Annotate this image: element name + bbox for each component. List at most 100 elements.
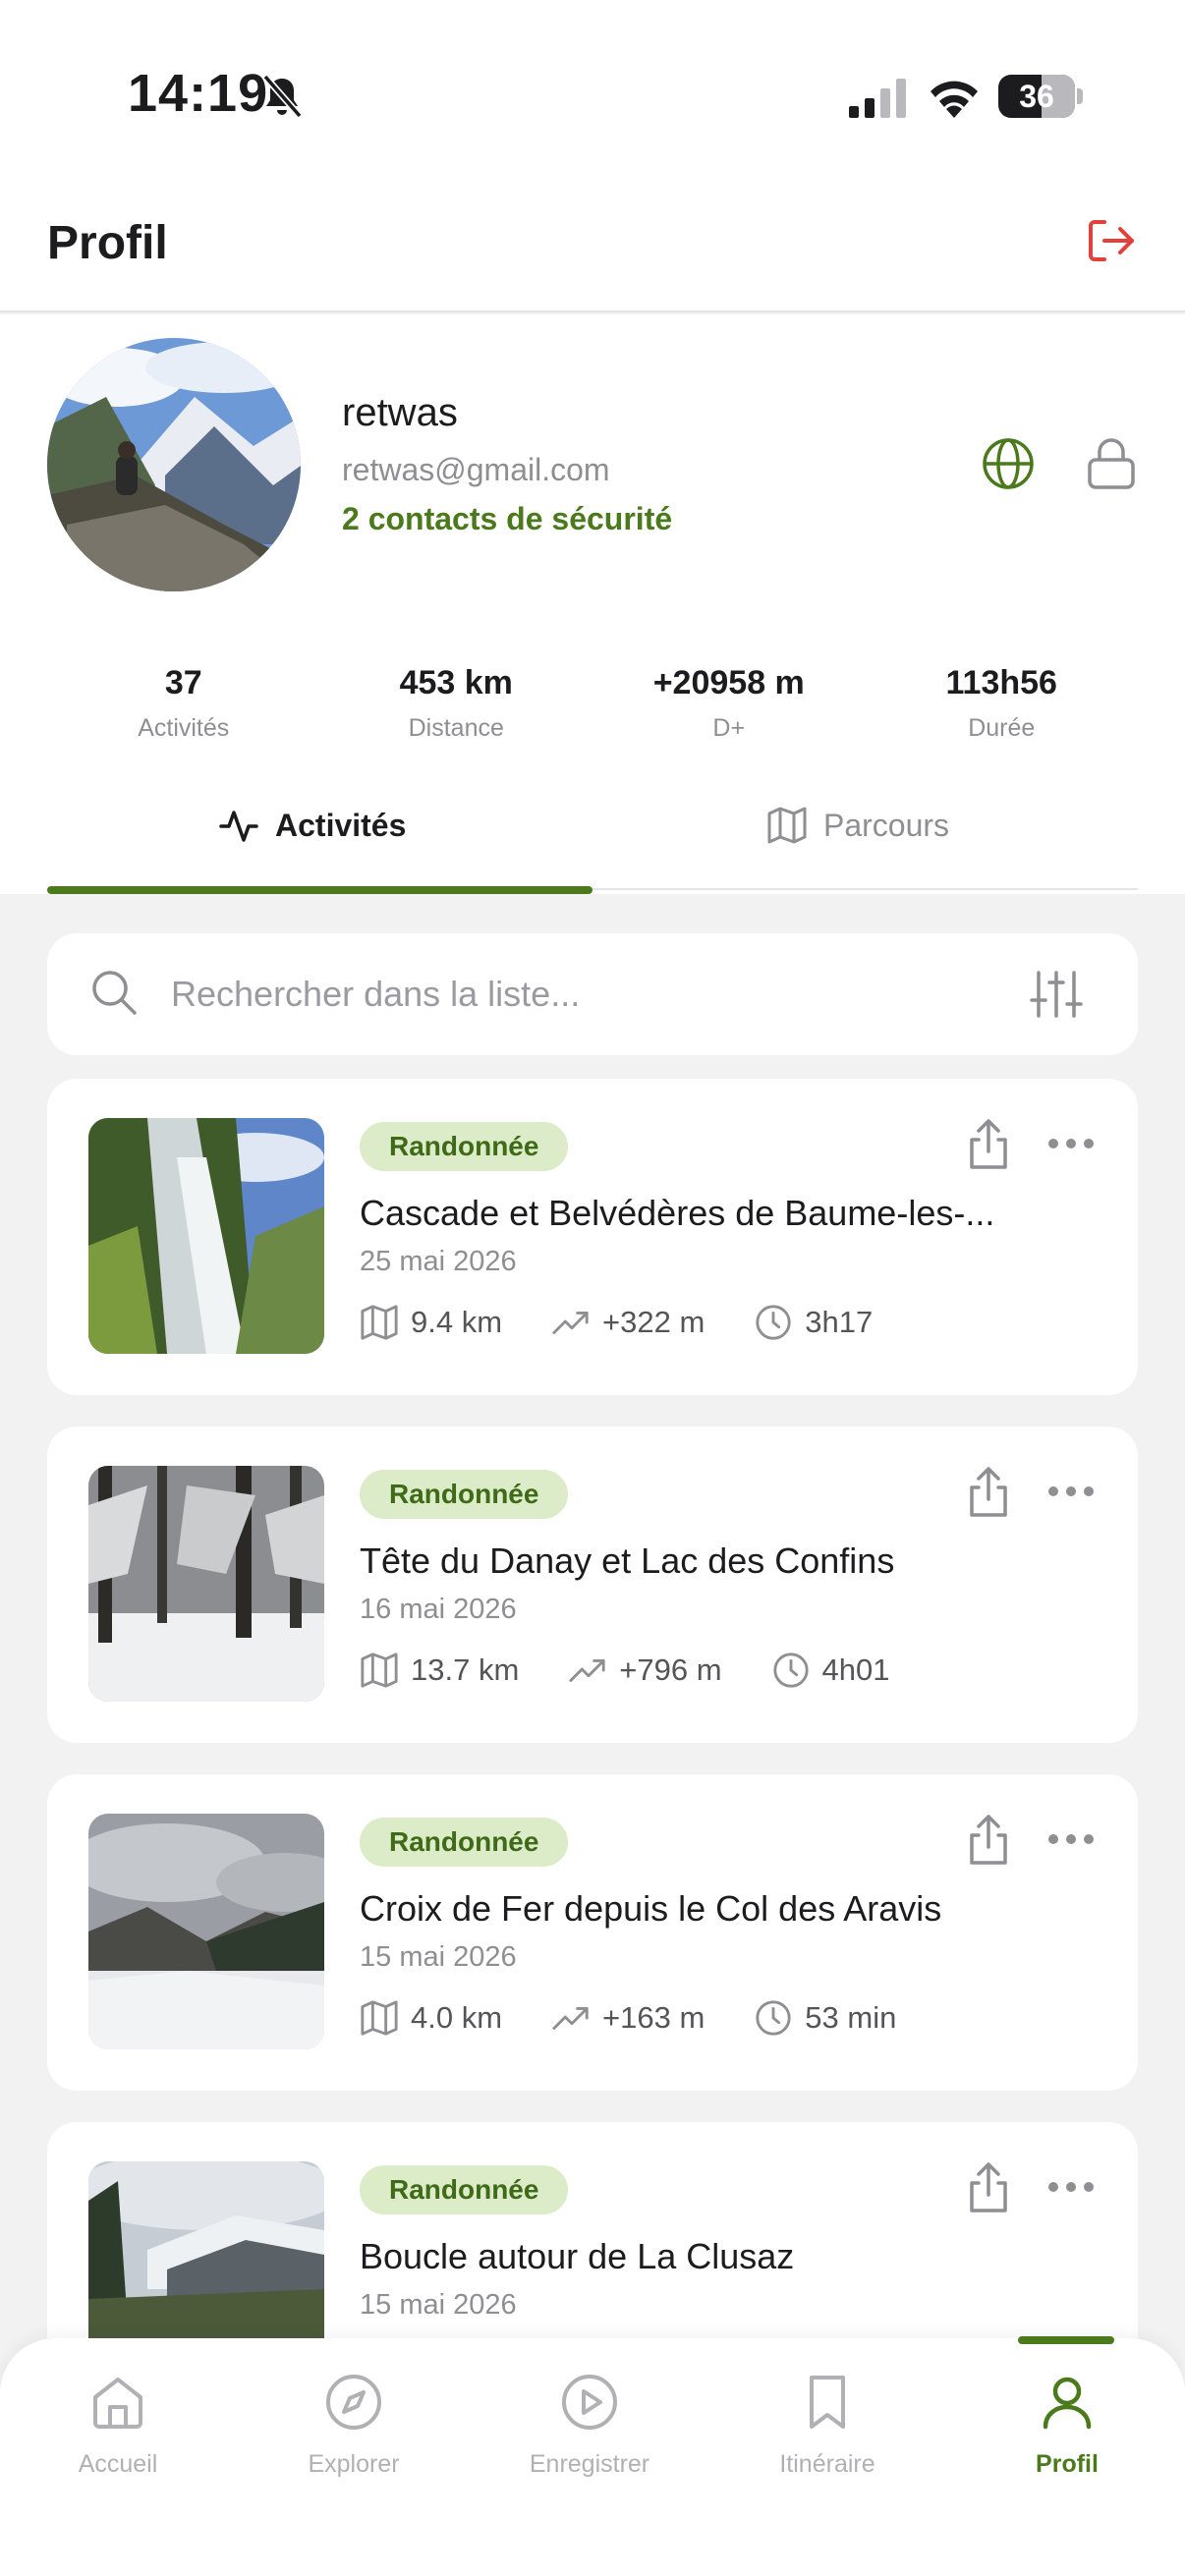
activity-type-badge: Randonnée xyxy=(360,1818,569,1867)
metric-value: 4.0 km xyxy=(411,2000,503,2035)
activity-type-badge: Randonnée xyxy=(360,1470,569,1519)
tab-routes[interactable]: Parcours xyxy=(766,796,949,855)
status-time: 14:19 xyxy=(128,64,269,123)
more-icon[interactable] xyxy=(1047,1134,1095,1153)
stat-value: 37 xyxy=(164,664,202,701)
status-bar: 14:19 36 xyxy=(0,0,1185,187)
security-contacts-link[interactable]: 2 contacts de sécurité xyxy=(342,501,672,537)
activity-title: Croix de Fer depuis le Col des Aravis xyxy=(360,1888,942,1929)
activity-list: Randonnée Cascade et Belvédères de Baume… xyxy=(0,894,1185,2338)
metric-elevation: +322 m xyxy=(551,1303,705,1342)
stat-duration: 113h56 Durée xyxy=(866,664,1139,762)
search-input[interactable] xyxy=(171,933,1016,1055)
signal-icon xyxy=(849,79,906,118)
activity-card[interactable]: Randonnée Tête du Danay et Lac des Confi… xyxy=(47,1427,1138,1743)
activity-card[interactable]: Randonnée Cascade et Belvédères de Baume… xyxy=(47,1079,1138,1395)
home-icon xyxy=(93,2378,142,2429)
nav-item-accueil[interactable]: Accueil xyxy=(0,2372,236,2479)
nav-label: Explorer xyxy=(308,2450,400,2478)
activity-date: 16 mai 2026 xyxy=(360,1594,517,1625)
activity-type-badge: Randonnée xyxy=(360,1122,569,1171)
metric-value: 13.7 km xyxy=(411,1652,520,1687)
stat-elevation: +20958 m D+ xyxy=(592,664,866,762)
activity-metrics: 4.0 km +163 m 53 min xyxy=(360,1996,945,2040)
user-icon xyxy=(1043,2377,1092,2430)
trending-up-icon xyxy=(569,1659,605,1682)
nav-label: Accueil xyxy=(78,2450,158,2478)
stat-value: 453 km xyxy=(399,664,513,701)
search-bar xyxy=(47,933,1138,1055)
metric-elevation: +796 m xyxy=(568,1651,722,1690)
share-icon[interactable] xyxy=(965,1814,1012,1867)
more-icon[interactable] xyxy=(1047,1482,1095,1501)
tab-activities[interactable]: Activités xyxy=(218,796,406,855)
map-icon xyxy=(361,1652,398,1688)
battery-level: 36 xyxy=(1019,79,1054,114)
tab-label: Parcours xyxy=(823,807,950,843)
bell-off-icon xyxy=(262,74,303,119)
activity-title: Tête du Danay et Lac des Confins xyxy=(360,1540,895,1581)
battery-icon: 36 xyxy=(998,75,1083,118)
activity-card[interactable]: Randonnée Boucle autour de La Clusaz 15 … xyxy=(47,2122,1138,2338)
avatar[interactable] xyxy=(47,338,301,591)
bookmark-icon xyxy=(810,2376,845,2429)
share-icon[interactable] xyxy=(965,2161,1012,2214)
nav-label: Itinéraire xyxy=(779,2450,875,2478)
wifi-icon xyxy=(931,81,978,118)
activity-date: 15 mai 2026 xyxy=(360,2289,517,2321)
nav-item-enregistrer[interactable]: Enregistrer xyxy=(472,2372,707,2479)
metric-value: +322 m xyxy=(602,1305,705,1339)
stat-label: D+ xyxy=(712,714,746,742)
tabs: Activités Parcours xyxy=(0,766,1185,894)
filter-sliders-icon[interactable] xyxy=(1030,969,1083,1020)
search-icon xyxy=(92,971,137,1015)
clock-icon xyxy=(756,1305,791,1340)
username: retwas xyxy=(342,391,458,434)
map-icon xyxy=(361,2000,398,2036)
globe-icon[interactable] xyxy=(981,436,1036,491)
activity-metrics: 9.4 km +322 m 3h17 xyxy=(360,1301,922,1344)
email: retwas@gmail.com xyxy=(342,452,610,487)
more-icon[interactable] xyxy=(1047,1829,1095,1849)
avatar-photo xyxy=(47,338,301,591)
stat-value: 113h56 xyxy=(945,664,1057,701)
metric-distance: 9.4 km xyxy=(360,1303,502,1342)
activity-type-badge: Randonnée xyxy=(360,2165,569,2214)
metric-value: +163 m xyxy=(602,2000,705,2035)
metric-duration: 3h17 xyxy=(754,1303,873,1342)
lock-icon[interactable] xyxy=(1085,436,1138,491)
metric-value: 3h17 xyxy=(805,1305,874,1339)
stat-label: Durée xyxy=(968,714,1036,742)
clock-icon xyxy=(772,1652,809,1688)
play-circle-icon xyxy=(562,2375,617,2430)
metric-value: 9.4 km xyxy=(411,1305,503,1339)
nav-active-indicator xyxy=(1018,2336,1114,2344)
metric-value: 4h01 xyxy=(821,1652,890,1687)
trending-up-icon xyxy=(552,2007,589,2030)
more-icon[interactable] xyxy=(1047,2177,1095,2197)
metric-duration: 53 min xyxy=(754,1998,896,2038)
stat-value: +20958 m xyxy=(652,664,805,701)
tab-active-indicator xyxy=(47,886,592,894)
nav-label: Profil xyxy=(1036,2450,1099,2478)
stat-distance: 453 km Distance xyxy=(320,664,593,762)
trending-up-icon xyxy=(552,1312,589,1334)
activity-date: 25 mai 2026 xyxy=(360,1246,517,1277)
metric-duration: 4h01 xyxy=(771,1651,890,1690)
share-icon[interactable] xyxy=(965,1466,1012,1519)
activity-pulse-icon xyxy=(219,811,258,842)
metric-elevation: +163 m xyxy=(551,1998,705,2038)
logout-icon[interactable] xyxy=(1085,214,1138,267)
metric-distance: 4.0 km xyxy=(360,1998,502,2038)
activity-thumbnail xyxy=(88,1118,324,1354)
stat-activities: 37 Activités xyxy=(47,664,320,762)
nav-item-itineraire[interactable]: Itinéraire xyxy=(709,2372,945,2479)
header: Profil xyxy=(0,187,1185,312)
nav-item-explorer[interactable]: Explorer xyxy=(236,2372,472,2479)
nav-item-profil[interactable]: Profil xyxy=(949,2372,1185,2479)
share-icon[interactable] xyxy=(965,1118,1012,1171)
profile-section: retwas retwas@gmail.com 2 contacts de sé… xyxy=(0,314,1185,766)
nav-label: Enregistrer xyxy=(529,2450,650,2478)
activity-card[interactable]: Randonnée Croix de Fer depuis le Col des… xyxy=(47,1774,1138,2091)
metric-value: +796 m xyxy=(619,1652,722,1687)
